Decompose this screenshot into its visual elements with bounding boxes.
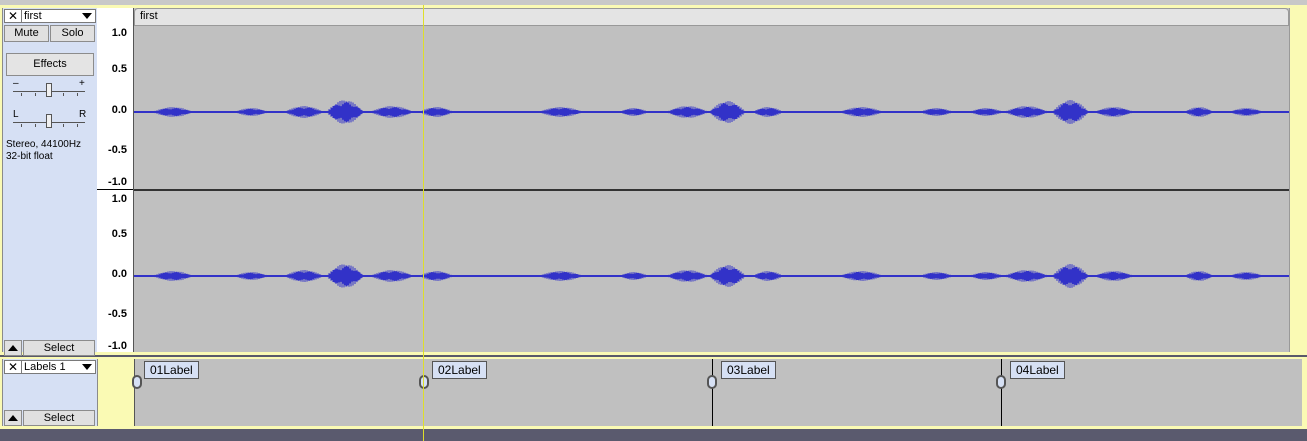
label-marker-line: [712, 359, 713, 426]
slider-tick: [77, 93, 78, 96]
waveform-samples: [152, 100, 1264, 124]
waveform-area[interactable]: first: [134, 8, 1289, 352]
gain-slider-thumb[interactable]: [46, 83, 52, 97]
ruler-bottom--1.0: -1.0: [108, 340, 127, 352]
slider-tick: [21, 93, 22, 96]
ruler-top--0.5: -0.5: [108, 144, 127, 156]
ruler-top-0.0: 0.0: [111, 104, 127, 116]
label-track-menu-dropdown-icon[interactable]: [82, 364, 92, 370]
pan-slider[interactable]: L R: [13, 109, 87, 132]
ruler-bottom-1.0: 1.0: [111, 193, 127, 205]
clip-header[interactable]: first: [134, 8, 1289, 26]
track-format-rate: Stereo, 44100Hz: [6, 139, 82, 150]
slider-tick: [77, 124, 78, 127]
select-track-button[interactable]: Select: [23, 340, 95, 356]
ruler-channel-divider: [97, 189, 133, 190]
playhead-cursor[interactable]: [423, 5, 424, 441]
slider-tick: [63, 93, 64, 96]
ruler-bottom-0.0: 0.0: [111, 268, 127, 280]
gain-minus-label: –: [13, 78, 19, 89]
track-format-depth: 32-bit float: [6, 151, 53, 162]
gain-slider[interactable]: – +: [13, 78, 85, 101]
audio-track: ✕ first Mute Solo Effects – + L R Stereo…: [0, 5, 1307, 356]
label-04[interactable]: 04Label: [1010, 361, 1065, 379]
label-02[interactable]: 02Label: [432, 361, 487, 379]
select-label-track-button[interactable]: Select: [23, 410, 95, 426]
empty-project-area[interactable]: [0, 429, 1307, 441]
pan-right-label: R: [79, 109, 87, 120]
track-title-bar[interactable]: ✕ first: [4, 9, 96, 23]
close-label-track-icon[interactable]: ✕: [5, 361, 22, 373]
gain-plus-label: +: [79, 78, 85, 89]
collapse-track-button[interactable]: [4, 340, 22, 356]
label-handle-icon[interactable]: [132, 375, 142, 389]
collapse-label-track-button[interactable]: [4, 410, 22, 426]
ruler-bottom--0.5: -0.5: [108, 308, 127, 320]
waveform-svg: [134, 100, 1289, 288]
collapse-up-icon: [8, 415, 18, 421]
slider-tick: [35, 93, 36, 96]
track-name: first: [24, 10, 42, 22]
label-marker-line: [1001, 359, 1002, 426]
mute-button[interactable]: Mute: [4, 25, 49, 42]
waveform-channel-left: [134, 100, 1289, 124]
ruler-top-1.0: 1.0: [111, 27, 127, 39]
track-right-edge: [1289, 8, 1302, 352]
label-03[interactable]: 03Label: [721, 361, 776, 379]
label-track-title-bar[interactable]: ✕ Labels 1: [4, 360, 96, 374]
pan-slider-thumb[interactable]: [46, 114, 52, 128]
label-track: ✕ Labels 1 Select 01Label 02Label 03Labe…: [0, 357, 1307, 429]
label-track-name: Labels 1: [24, 361, 66, 373]
waveform-channel-right: [134, 264, 1289, 288]
label-area[interactable]: 01Label 02Label 03Label 04Label: [132, 359, 1302, 426]
channel-divider: [134, 189, 1289, 191]
ruler-top-0.5: 0.5: [111, 63, 127, 75]
close-track-icon[interactable]: ✕: [5, 10, 22, 22]
label-handle-icon[interactable]: [707, 375, 717, 389]
slider-tick: [35, 124, 36, 127]
track-control-panel: ✕ first Mute Solo Effects – + L R Stereo…: [2, 8, 98, 356]
label-handle-icon[interactable]: [419, 375, 429, 389]
ruler-top--1.0: -1.0: [108, 176, 127, 188]
ruler-bottom-0.5: 0.5: [111, 228, 127, 240]
slider-tick: [63, 124, 64, 127]
label-handle-icon[interactable]: [996, 375, 1006, 389]
clip-name: first: [140, 10, 158, 22]
pan-left-label: L: [13, 109, 19, 120]
waveform-samples: [152, 264, 1264, 288]
track-menu-dropdown-icon[interactable]: [82, 13, 92, 19]
solo-button[interactable]: Solo: [50, 25, 95, 42]
slider-tick: [21, 124, 22, 127]
label-01[interactable]: 01Label: [144, 361, 199, 379]
label-track-control-panel: ✕ Labels 1 Select: [2, 359, 98, 426]
collapse-up-icon: [8, 345, 18, 351]
vertical-amplitude-ruler[interactable]: 1.0 0.5 0.0 -0.5 -1.0 1.0 0.5 0.0 -0.5 -…: [97, 8, 134, 352]
effects-button[interactable]: Effects: [6, 53, 94, 76]
